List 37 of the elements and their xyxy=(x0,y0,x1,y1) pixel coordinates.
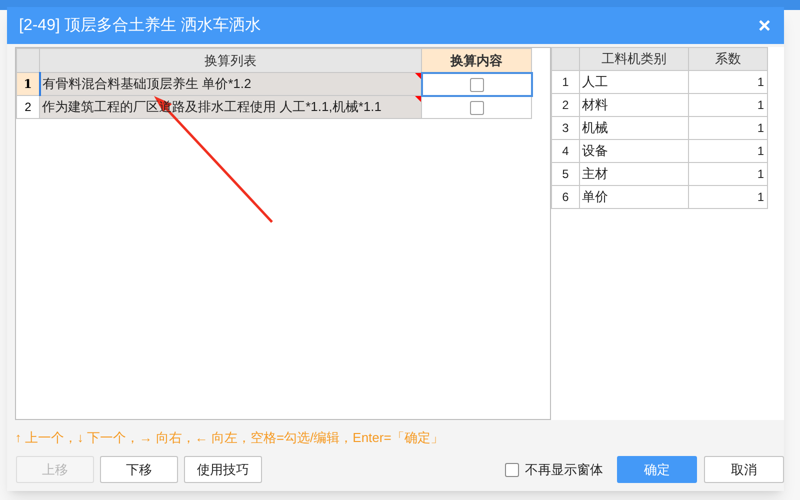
toolbar-button[interactable]: 使用技巧 xyxy=(184,456,262,483)
row-number: 1 xyxy=(552,70,580,94)
checkbox[interactable] xyxy=(470,78,484,92)
cancel-button[interactable]: 取消 xyxy=(704,456,784,483)
row-number: 5 xyxy=(552,162,580,186)
checkbox[interactable] xyxy=(470,101,484,116)
column-header: 工料机类别 xyxy=(580,48,688,70)
row-number: 4 xyxy=(552,140,580,162)
row-number: 3 xyxy=(552,116,580,140)
checkbox[interactable] xyxy=(505,462,519,476)
close-icon[interactable] xyxy=(759,20,770,31)
row-header[interactable]: 2 xyxy=(16,96,40,118)
column-header: 换算内容 xyxy=(422,48,532,72)
column-header: 系数 xyxy=(688,48,768,70)
table-cell: 机械 xyxy=(580,116,688,140)
table-cell: 1 xyxy=(688,140,768,162)
table-cell: 1 xyxy=(688,116,768,140)
row-number: 6 xyxy=(552,186,580,208)
row-number: 2 xyxy=(552,94,580,116)
table-cell: 1 xyxy=(688,70,768,94)
window-title: [2-49] 顶层多合土养生 洒水车洒水 xyxy=(19,16,261,36)
table-cell: 1 xyxy=(688,162,768,186)
hint-text: ↑ 上一个，↓ 下一个，→ 向右，← 向左，空格=勾选/编辑，Enter=「确定」 xyxy=(15,429,444,447)
column-header: 换算列表 xyxy=(40,48,422,72)
table-cell: 设备 xyxy=(580,140,688,162)
comment-marker-icon xyxy=(415,96,421,102)
toolbar-button[interactable]: 下移 xyxy=(100,456,178,483)
table-cell: 有骨料混合料基础顶层养生 单价*1.2 xyxy=(40,72,422,96)
table-cell: 人工 xyxy=(580,70,688,94)
table-cell: 单价 xyxy=(580,186,688,208)
table-cell: 材料 xyxy=(580,94,688,116)
table-cell: 1 xyxy=(688,94,768,116)
comment-marker-icon xyxy=(414,73,420,79)
row-header[interactable]: 1 xyxy=(16,72,40,96)
table-cell: 主材 xyxy=(580,162,688,186)
table-cell: 1 xyxy=(688,186,768,208)
checkbox-label[interactable]: 不再显示窗体 xyxy=(525,460,603,480)
